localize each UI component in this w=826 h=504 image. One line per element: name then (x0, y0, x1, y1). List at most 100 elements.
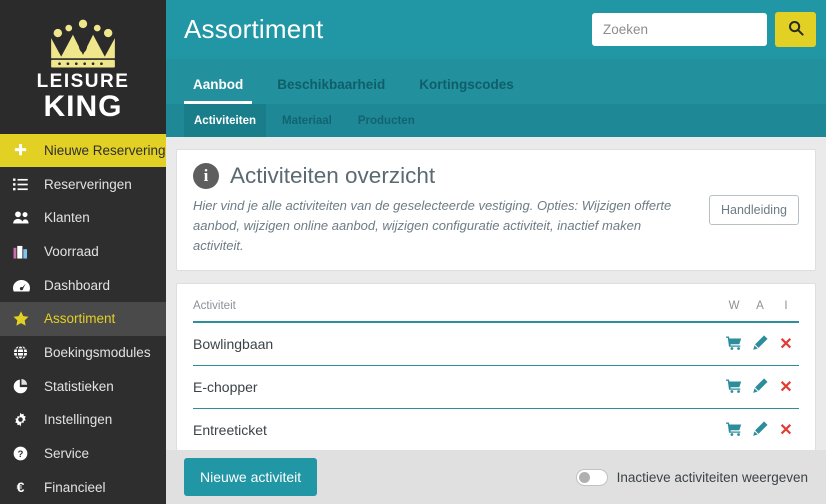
x-icon[interactable]: ✕ (779, 380, 792, 396)
search-icon (788, 20, 804, 39)
cart-icon[interactable] (726, 422, 742, 436)
sidebar-item-boekingsmodules[interactable]: Boekingsmodules (0, 336, 166, 370)
list-icon (13, 178, 35, 191)
svg-text:€: € (17, 480, 25, 495)
cell-deactivate-action[interactable]: ✕ (773, 322, 799, 366)
cart-icon[interactable] (726, 379, 742, 393)
sidebar-item-label: Statistieken (44, 378, 114, 394)
content-area: i Activiteiten overzicht Hier vind je al… (166, 137, 826, 450)
main-region: Assortiment Aanbod Beschikbaarheid Korti… (166, 0, 826, 504)
cell-webshop-action[interactable] (721, 408, 747, 450)
briefcase-icon (13, 245, 35, 259)
column-header-w: W (721, 294, 747, 323)
sidebar-item-assortiment[interactable]: Assortiment (0, 302, 166, 336)
star-icon (13, 311, 35, 326)
sidebar-item-label: Nieuwe Reservering (44, 143, 166, 159)
info-icon: i (193, 163, 219, 189)
svg-text:?: ? (18, 449, 24, 459)
info-panel-title: Activiteiten overzicht (230, 163, 436, 188)
info-panel: i Activiteiten overzicht Hier vind je al… (176, 149, 816, 271)
sidebar-item-label: Reserveringen (44, 176, 132, 192)
table-header-row: Activiteit W A I (193, 294, 799, 323)
cell-activiteit: E-chopper (193, 365, 721, 409)
sidebar-item-label: Klanten (44, 210, 90, 226)
handleiding-button[interactable]: Handleiding (708, 194, 799, 225)
info-panel-description: Hier vind je alle activiteiten van de ge… (193, 198, 672, 253)
column-header-i: I (773, 294, 799, 323)
table-row: Bowlingbaan ✕ (193, 322, 799, 366)
tab-producten[interactable]: Producten (348, 104, 425, 137)
sidebar-item-dashboard[interactable]: Dashboard (0, 268, 166, 302)
x-icon[interactable]: ✕ (779, 337, 792, 353)
cell-activiteit: Entreeticket (193, 408, 721, 450)
sidebar-item-service[interactable]: ? Service (0, 437, 166, 471)
users-icon (13, 211, 35, 224)
tab-kortingscodes[interactable]: Kortingscodes (410, 78, 523, 104)
sidebar-item-label: Service (44, 445, 90, 461)
crown-icon (40, 18, 126, 70)
cell-webshop-action[interactable] (721, 322, 747, 366)
cart-icon[interactable] (726, 336, 742, 350)
info-panel-heading: i Activiteiten overzicht (193, 163, 699, 189)
cell-deactivate-action[interactable]: ✕ (773, 408, 799, 450)
dashboard-icon (13, 279, 35, 292)
tab-beschikbaarheid[interactable]: Beschikbaarheid (268, 78, 394, 104)
column-header-a: A (747, 294, 773, 323)
activities-table: Activiteit W A I Bowlingbaan ✕ E-chopper… (193, 294, 799, 450)
cell-webshop-action[interactable] (721, 365, 747, 409)
globe-icon (13, 345, 35, 360)
sidebar-item-label: Voorraad (44, 244, 99, 260)
inactive-activities-toggle[interactable] (575, 468, 608, 486)
pencil-icon[interactable] (752, 378, 768, 393)
footer-action-bar: Nieuwe activiteit Inactieve activiteiten… (166, 450, 826, 504)
cell-deactivate-action[interactable]: ✕ (773, 365, 799, 409)
pie-chart-icon (13, 378, 35, 394)
secondary-tabs: Activiteiten Materiaal Producten (166, 104, 826, 137)
cell-edit-action[interactable] (747, 408, 773, 450)
cell-activiteit: Bowlingbaan (193, 322, 721, 366)
sidebar-item-nieuwe-reservering[interactable]: Nieuwe Reservering (0, 133, 166, 168)
cell-edit-action[interactable] (747, 365, 773, 409)
page-title: Assortiment (184, 14, 324, 44)
primary-tabs: Aanbod Beschikbaarheid Kortingscodes (166, 59, 826, 104)
cell-edit-action[interactable] (747, 322, 773, 366)
table-head: Activiteit W A I (193, 294, 799, 323)
sidebar-item-financieel[interactable]: € Financieel (0, 470, 166, 504)
tab-activiteiten[interactable]: Activiteiten (184, 104, 266, 137)
table-row: Entreeticket ✕ (193, 408, 799, 450)
brand-name-line1: LEISURE (36, 70, 130, 92)
sidebar: LEISURE KING Nieuwe Reservering Reserver… (0, 0, 166, 504)
brand-logo[interactable]: LEISURE KING (0, 0, 166, 134)
sidebar-item-label: Financieel (44, 479, 106, 495)
sidebar-item-label: Assortiment (44, 311, 116, 327)
sidebar-item-instellingen[interactable]: Instellingen (0, 403, 166, 437)
brand-name-line2: KING (43, 89, 123, 123)
search-input[interactable] (592, 13, 767, 46)
app-root: LEISURE KING Nieuwe Reservering Reserver… (0, 0, 826, 504)
toggle-knob (578, 471, 590, 483)
tab-materiaal[interactable]: Materiaal (272, 104, 342, 137)
sidebar-item-klanten[interactable]: Klanten (0, 201, 166, 235)
table-body: Bowlingbaan ✕ E-chopper ✕ Entreeticket ✕ (193, 322, 799, 450)
plus-icon (13, 143, 35, 158)
pencil-icon[interactable] (752, 421, 768, 436)
search-button[interactable] (775, 12, 816, 47)
tab-aanbod[interactable]: Aanbod (184, 78, 253, 104)
search-group (592, 12, 816, 47)
activities-table-panel: Activiteit W A I Bowlingbaan ✕ E-chopper… (176, 283, 816, 450)
sidebar-item-label: Boekingsmodules (44, 344, 151, 360)
sidebar-item-reserveringen[interactable]: Reserveringen (0, 167, 166, 201)
pencil-icon[interactable] (752, 335, 768, 350)
question-circle-icon: ? (13, 446, 35, 461)
x-icon[interactable]: ✕ (779, 423, 792, 439)
euro-icon: € (13, 480, 35, 495)
sidebar-item-label: Instellingen (44, 412, 113, 428)
sidebar-item-label: Dashboard (44, 277, 111, 293)
inactive-activities-toggle-label: Inactieve activiteiten weergeven (616, 469, 808, 485)
sidebar-item-statistieken[interactable]: Statistieken (0, 369, 166, 403)
sidebar-item-voorraad[interactable]: Voorraad (0, 235, 166, 269)
gear-icon (13, 412, 35, 427)
column-header-activiteit: Activiteit (193, 294, 721, 323)
nieuwe-activiteit-button[interactable]: Nieuwe activiteit (184, 458, 318, 496)
info-panel-text: i Activiteiten overzicht Hier vind je al… (193, 163, 709, 256)
